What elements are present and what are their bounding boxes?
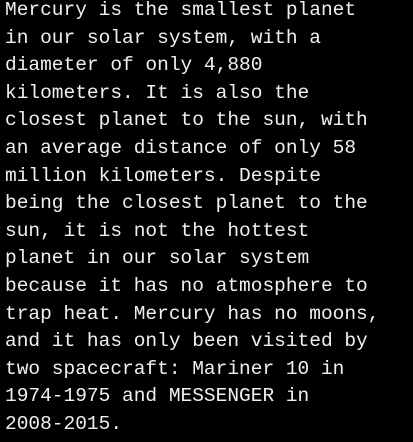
text-line: two spacecraft: Mariner 10 in <box>5 357 345 380</box>
text-display: Mercury is the smallest planet in our so… <box>0 0 413 442</box>
text-line: 1974-1975 and MESSENGER in <box>5 385 310 408</box>
text-line: an average distance of only 58 <box>5 136 357 159</box>
text-line: planet in our solar system <box>5 247 310 270</box>
text-line: 2008-2015. <box>5 412 123 435</box>
text-line: closest planet to the sun, with <box>5 109 368 132</box>
text-line: diameter of only 4,880 <box>5 54 263 77</box>
text-line: million kilometers. Despite <box>5 164 321 187</box>
text-line: in our solar system, with a <box>5 26 321 49</box>
text-line: being the closest planet to the <box>5 192 368 215</box>
text-line: Mercury is the smallest planet <box>5 0 357 21</box>
text-line: because it has no atmosphere to <box>5 274 368 297</box>
text-line: kilometers. It is also the <box>5 81 310 104</box>
text-line: trap heat. Mercury has no moons, <box>5 302 380 325</box>
text-line: sun, it is not the hottest <box>5 219 310 242</box>
text-line: and it has only been visited by <box>5 330 368 353</box>
